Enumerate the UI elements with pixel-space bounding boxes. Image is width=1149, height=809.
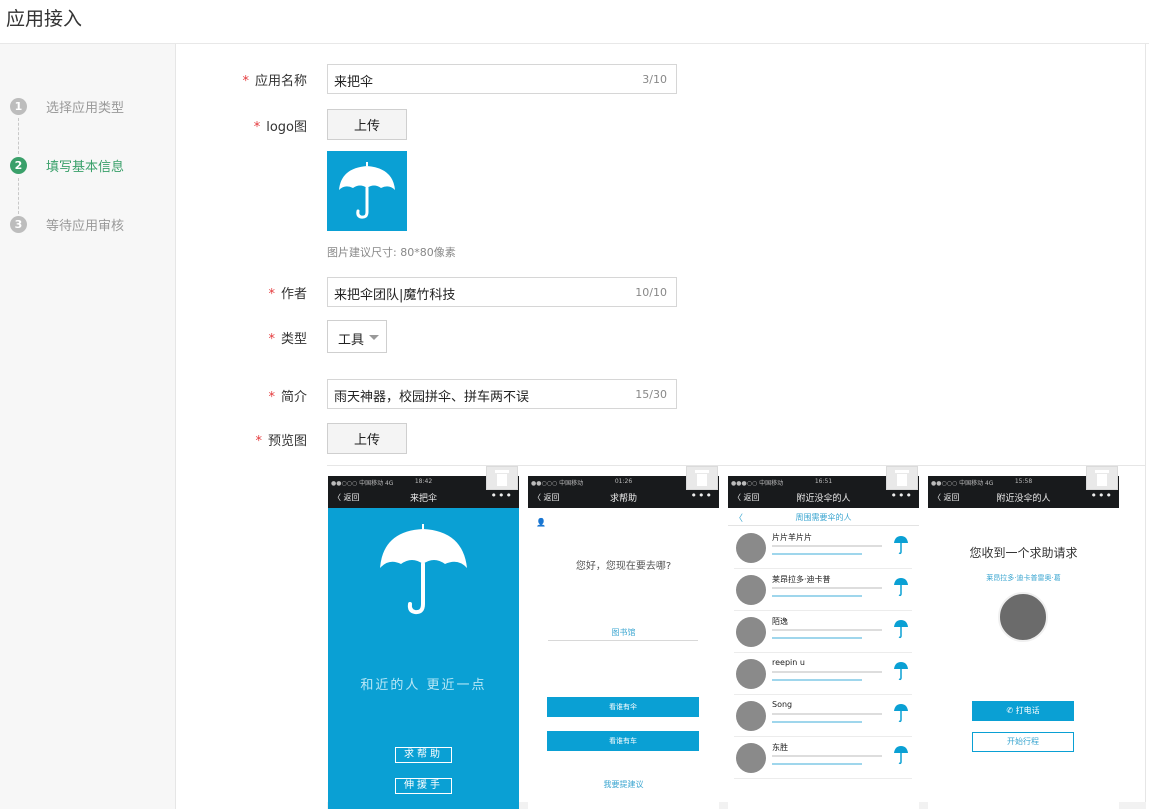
find-car-button: 看谁有车 [547, 731, 699, 751]
phone-nav-bar: 〈 返回 来把伞 ••• [328, 487, 519, 508]
type-value: 工具 [338, 333, 365, 348]
author-value: 来把伞团队|魔竹科技 [334, 288, 456, 303]
app-name-input[interactable]: 来把伞 3/10 [327, 64, 677, 94]
char-counter: 3/10 [642, 73, 667, 86]
sub-header: 〈 周围需要伞的人 [728, 508, 919, 526]
author-input[interactable]: 来把伞团队|魔竹科技 10/10 [327, 277, 677, 307]
delete-preview-button[interactable] [686, 466, 718, 490]
avatar [736, 743, 766, 773]
phone-nav-bar: 〈 返回 附近没伞的人 ••• [728, 487, 919, 508]
list-item: 莱昂拉多·迪卡普 [734, 570, 912, 611]
trash-icon [1095, 470, 1109, 486]
preview-label: * 预览图 [255, 434, 307, 449]
avatar [736, 617, 766, 647]
trash-icon [695, 470, 709, 486]
preview-image: ●●○○○ 中国移动 01:26 〈 返回 求帮助 ••• 👤 您好，您现在要去… [528, 476, 719, 809]
step-review[interactable]: 3 等待应用审核 [10, 214, 124, 234]
avatar [736, 575, 766, 605]
preview-image: ●●●○○ 中国移动 16:51 〈 返回 附近没伞的人 ••• 〈 周围需要伞… [728, 476, 919, 809]
list-item: 陌逸 [734, 612, 912, 653]
preview-image: ●●○○○ 中国移动 4G 15:58 〈 返回 附近没伞的人 ••• 您收到一… [928, 476, 1119, 809]
step-number: 2 [10, 156, 27, 174]
char-counter: 10/10 [635, 286, 667, 299]
splash-screen: 和近的人 更近一点 求帮助 伸援手 [328, 508, 519, 809]
intro-input[interactable]: 雨天神器，校园拼伞、拼车两不误 15/30 [327, 379, 677, 409]
logo-upload-button[interactable]: 上传 [327, 109, 407, 140]
slogan-text: 和近的人 更近一点 [360, 678, 487, 693]
delete-preview-button[interactable] [486, 466, 518, 490]
delete-preview-button[interactable] [1086, 466, 1118, 490]
phone-nav-bar: 〈 返回 求帮助 ••• [528, 487, 719, 508]
step-select-type[interactable]: 1 选择应用类型 [10, 96, 124, 116]
step-label: 填写基本信息 [46, 159, 125, 175]
app-name-label: * 应用名称 [242, 74, 307, 89]
list-item: reepin u [734, 654, 912, 695]
phone-icon: ✆ [1006, 706, 1016, 715]
umbrella-icon [894, 746, 908, 765]
preview-image: ●●○○○ 中国移动 4G 18:42 〈 返回 来把伞 ••• 和近的人 更近… [328, 476, 519, 809]
delete-preview-button[interactable] [886, 466, 918, 490]
char-counter: 15/30 [635, 388, 667, 401]
step-number: 3 [10, 215, 27, 233]
step-connector [18, 118, 19, 154]
logo-image [327, 151, 407, 231]
person-icon: 👤 [536, 518, 546, 527]
umbrella-icon [339, 162, 395, 219]
list-item: Song [734, 696, 912, 737]
umbrella-icon [894, 620, 908, 639]
destination-question: 您好，您现在要去哪? [575, 561, 672, 572]
request-message: 您收到一个求助请求 [969, 546, 1078, 560]
intro-label: * 简介 [268, 390, 307, 405]
author-label: * 作者 [268, 287, 307, 302]
page-header: 应用接入 [0, 0, 1149, 44]
umbrella-icon [894, 578, 908, 597]
step-connector [18, 178, 19, 214]
list-item: 东胜 [734, 738, 912, 779]
avatar [736, 533, 766, 563]
umbrella-icon [894, 662, 908, 681]
offer-help-button: 伸援手 [395, 778, 452, 794]
call-button: ✆ 打电话 [972, 701, 1074, 721]
logo-size-hint: 图片建议尺寸: 80*80像素 [327, 246, 456, 259]
avatar [998, 592, 1048, 642]
input-underline [548, 640, 698, 641]
trash-icon [895, 470, 909, 486]
logo-label: * logo图 [253, 120, 307, 135]
type-label: * 类型 [268, 332, 307, 347]
phone-nav-bar: 〈 返回 附近没伞的人 ••• [928, 487, 1119, 508]
destination-input: 图书馆 [611, 628, 636, 637]
umbrella-icon [380, 524, 467, 615]
page-title: 应用接入 [6, 8, 83, 30]
start-trip-button: 开始行程 [972, 732, 1074, 752]
chevron-down-icon [369, 335, 379, 340]
avatar [736, 659, 766, 689]
list-item: 片片羊片片 [734, 528, 912, 569]
ask-help-button: 求帮助 [395, 747, 452, 763]
requester-name: 莱昂拉多·迪卡普雷奥·葛 [986, 574, 1061, 582]
app-name-value: 来把伞 [334, 75, 374, 90]
preview-upload-button[interactable]: 上传 [327, 423, 407, 454]
avatar [736, 701, 766, 731]
type-select[interactable]: 工具 [327, 320, 387, 353]
step-label: 等待应用审核 [46, 218, 125, 234]
umbrella-icon [894, 704, 908, 723]
find-umbrella-button: 看谁有伞 [547, 697, 699, 717]
feedback-link: 我要提建议 [603, 780, 644, 789]
trash-icon [495, 470, 509, 486]
step-basic-info[interactable]: 2 填写基本信息 [10, 155, 124, 175]
step-number: 1 [10, 97, 27, 115]
step-label: 选择应用类型 [46, 100, 125, 116]
intro-value: 雨天神器，校园拼伞、拼车两不误 [334, 390, 530, 405]
umbrella-icon [894, 536, 908, 555]
